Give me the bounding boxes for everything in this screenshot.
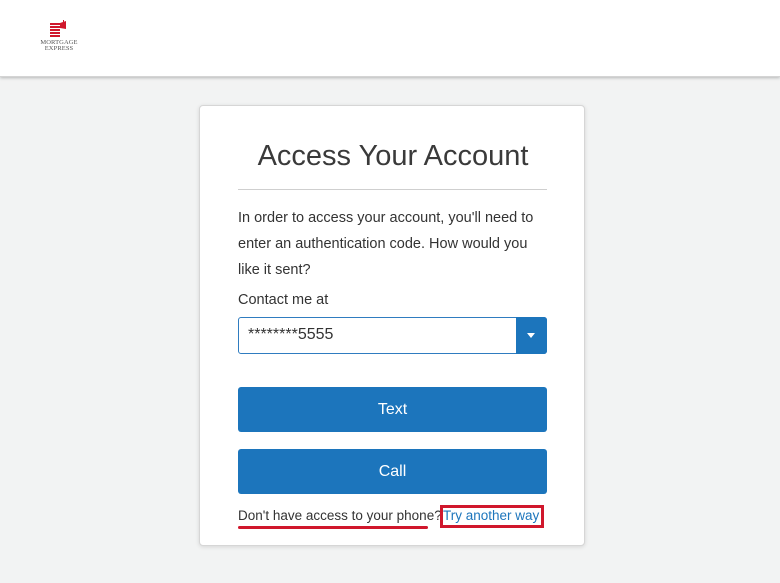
page-header: MORTGAGE EXPRESS — [0, 0, 780, 77]
access-account-card: Access Your Account In order to access y… — [199, 105, 585, 546]
title-divider — [238, 189, 547, 190]
mortgage-express-logo[interactable]: MORTGAGE EXPRESS — [36, 20, 82, 56]
chevron-down-icon[interactable] — [516, 317, 547, 354]
annotation-highlight-box — [440, 505, 544, 528]
logo-flag-icon — [50, 20, 66, 37]
logo-line2: EXPRESS — [44, 45, 74, 52]
annotation-underline — [238, 526, 428, 529]
text-button[interactable]: Text — [238, 387, 547, 432]
contact-method-value: ********5555 — [248, 326, 334, 343]
contact-label: Contact me at — [238, 292, 329, 308]
instructions-text: In order to access your account, you'll … — [238, 210, 534, 278]
page-title: Access Your Account — [257, 140, 529, 172]
logo-wordmark: MORTGAGE EXPRESS — [36, 39, 82, 52]
call-button[interactable]: Call — [238, 449, 547, 494]
no-phone-access-text: Don't have access to your phone? — [238, 508, 442, 523]
contact-method-select[interactable]: ********5555 — [238, 317, 547, 354]
